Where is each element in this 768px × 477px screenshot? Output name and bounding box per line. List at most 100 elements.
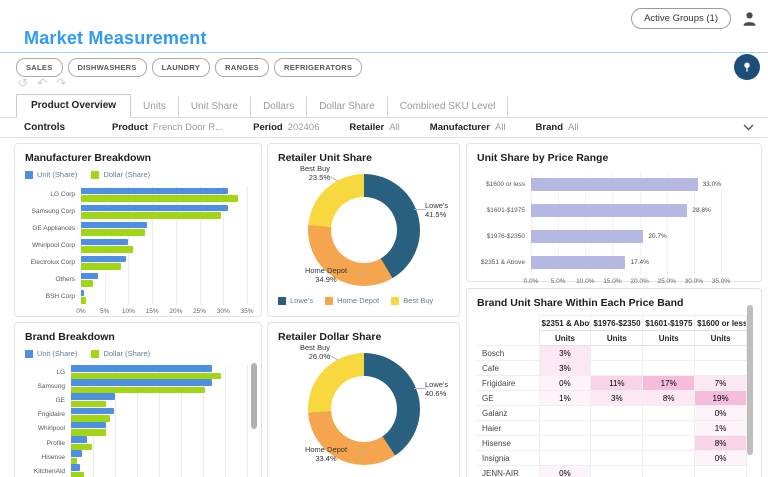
value-cell [590, 420, 644, 436]
bar-row: Samsung Corp [25, 203, 251, 220]
legend-item: Dollar (Share) [91, 349, 150, 358]
legend-label: Best Buy [403, 296, 434, 305]
x-tick-label: 0.0% [523, 278, 539, 285]
active-groups-button[interactable]: Active Groups (1) [631, 8, 731, 29]
bar-row: LG [25, 365, 251, 380]
table-row: Cafe 3% [477, 360, 747, 376]
filter-manufacturer[interactable]: Manufacturer All [430, 122, 506, 133]
value-cell [538, 435, 592, 451]
manufacturer-breakdown-card: Manufacturer Breakdown Unit (Share) Dolla… [14, 143, 262, 317]
x-tick-label: 30% [216, 308, 230, 315]
filter-product[interactable]: Product French Door R... [112, 122, 223, 133]
bar-category-label: Profile [46, 439, 65, 447]
tab-unit-share[interactable]: Unit Share [179, 97, 252, 117]
value-cell [590, 465, 644, 477]
category-chip-row: SALES DISHWASHERS LAUNDRY RANGES REFRIGERATO… [16, 58, 363, 77]
chip-laundry[interactable]: LAUNDRY [151, 58, 211, 77]
donut-label-lowes: Lowe's 40.6% [425, 380, 449, 399]
brand-breakdown-card: Brand Breakdown Unit (Share) Dollar (Shar… [14, 322, 262, 477]
bar-wrap: 28.8% [531, 203, 721, 217]
table-scrollbar[interactable] [747, 305, 753, 455]
filter-name: Brand [535, 122, 563, 133]
bar [81, 246, 134, 253]
reset-icon[interactable]: ↺ [18, 76, 28, 90]
tab-dollar-share[interactable]: Dollar Share [307, 97, 388, 117]
bar [81, 289, 85, 296]
bar [71, 421, 107, 429]
dashboard-grid: Manufacturer Breakdown Unit (Share) Dolla… [14, 140, 762, 477]
bar-group [81, 289, 247, 304]
undo-icon[interactable]: ↶ [37, 76, 47, 90]
retailer-dollar-share-card: Retailer Dollar Share Best Buy 26.0% Low… [267, 322, 460, 477]
table-corner [477, 331, 539, 346]
tab-combined-sku-level[interactable]: Combined SKU Level [388, 97, 509, 117]
x-tick-label: 5.0% [550, 278, 566, 285]
bar-group [71, 407, 247, 422]
brand-name-cell: Haier [477, 420, 540, 436]
filter-brand[interactable]: Brand All [536, 122, 579, 133]
bar-wrap: 20.7% [531, 229, 721, 243]
donut-label-best-buy: Best Buy 26.0% [299, 343, 330, 362]
bar-category-label: LG Corp [50, 191, 75, 198]
bar [71, 436, 87, 443]
bar [71, 372, 221, 380]
value-cell [590, 405, 644, 421]
chart-legend: Unit (Share) Dollar (Share) [25, 349, 251, 358]
panel-title: Brand Unit Share Within Each Price Band [477, 297, 684, 309]
bar-group [81, 187, 247, 202]
value-cell: 3% [538, 345, 592, 361]
panel-title: Brand Breakdown [25, 331, 115, 343]
chart-scrollbar[interactable] [251, 363, 257, 429]
grid-line [247, 186, 248, 305]
brand-name-cell: Bosch [477, 345, 540, 361]
table-corner [477, 316, 539, 331]
table-row: Bosch 3% [477, 345, 747, 361]
pin-button[interactable] [734, 54, 760, 80]
chip-sales[interactable]: SALES [16, 58, 63, 77]
bar [71, 450, 83, 457]
bar-category-label: Whirlpool Corp [32, 242, 75, 249]
legend-label: Home Depot [337, 296, 380, 305]
units-subheader: Units [694, 330, 747, 346]
brand-name-cell: GE [477, 390, 540, 406]
chip-refrigerators[interactable]: REFRIGERATORS [274, 58, 363, 77]
filter-name: Product [112, 122, 148, 133]
x-tick-label: 25% [193, 308, 207, 315]
x-tick-label: 15% [145, 308, 159, 315]
history-toolbar: ↺ ↶ ↷ [18, 76, 66, 90]
bar-plot: $1600 or less 33.0% $1601-$1975 28.8% $1976-… [477, 171, 751, 275]
legend-swatch [278, 296, 286, 305]
bar-row: Profile [25, 436, 251, 451]
bar [81, 280, 93, 287]
filter-period[interactable]: Period 202406 [253, 122, 319, 133]
tab-product-overview[interactable]: Product Overview [16, 94, 132, 118]
table-row: Galanz 0% [477, 405, 747, 421]
filter-retailer[interactable]: Retailer All [349, 122, 399, 133]
value-cell: 0% [538, 375, 592, 391]
tab-units[interactable]: Units [131, 97, 179, 117]
bar-group [71, 393, 247, 408]
bar-group [71, 379, 247, 394]
bar-row: LG Corp [25, 186, 251, 203]
chevron-down-icon[interactable] [743, 124, 754, 131]
redo-icon[interactable]: ↷ [56, 76, 66, 90]
bar [81, 204, 229, 211]
value-cell [642, 345, 696, 361]
user-icon[interactable] [741, 10, 758, 27]
grid-line [721, 171, 722, 275]
filter-value: All [494, 122, 506, 133]
chip-ranges[interactable]: RANGES [215, 58, 270, 77]
x-tick-label: 35% [240, 308, 254, 315]
app-window: Active Groups (1) Market Measurement SAL… [0, 0, 768, 477]
donut-label-best-buy: Best Buy 23.5% [299, 164, 330, 183]
bar [81, 229, 146, 236]
bar-category-label: Frigidaire [37, 411, 65, 419]
bar-category-label: Hisense [41, 453, 65, 461]
brand-name-cell: JENN-AIR [477, 465, 540, 477]
chip-dishwashers[interactable]: DISHWASHERS [67, 58, 147, 77]
bar [531, 255, 626, 269]
x-tick-label: 20% [169, 308, 183, 315]
tab-dollars[interactable]: Dollars [251, 97, 308, 117]
value-cell [642, 420, 696, 436]
legend-label: Unit (Share) [37, 170, 78, 179]
